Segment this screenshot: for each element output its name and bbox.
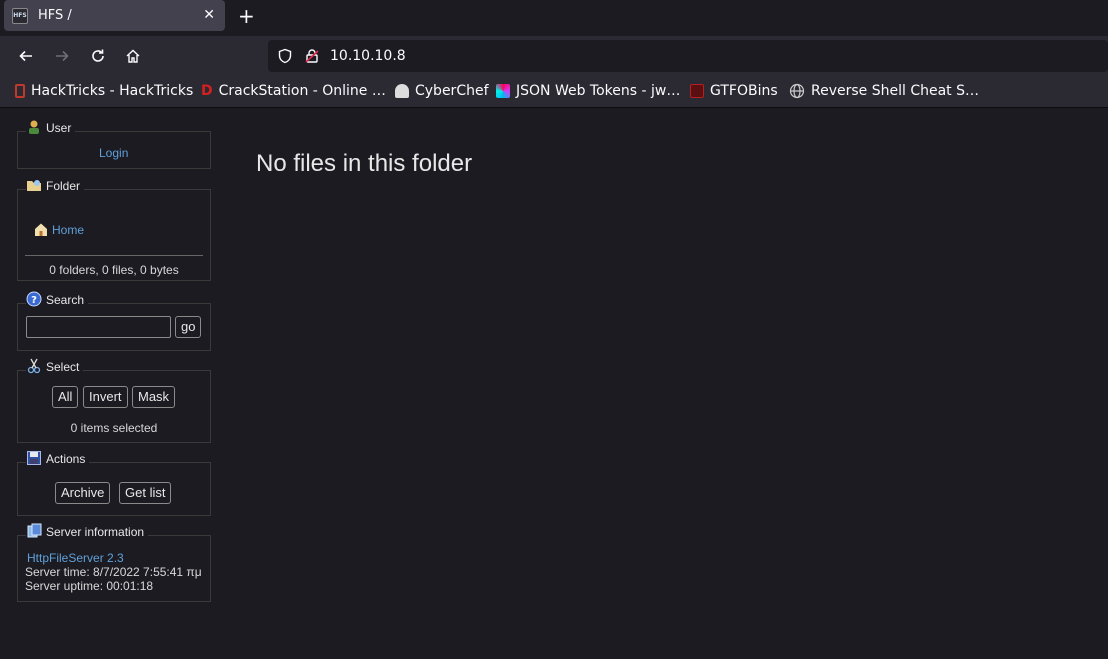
bookmark-label: GTFOBins: [710, 83, 778, 99]
hacktricks-icon: [15, 84, 25, 98]
tab-hfs[interactable]: HFS HFS / ✕: [4, 0, 225, 31]
back-button[interactable]: [14, 44, 38, 68]
bookmark-gtfobins[interactable]: GTFOBins: [690, 83, 778, 99]
scissors-icon: [27, 358, 41, 374]
folder-title: Folder: [46, 179, 81, 193]
insecure-lock-icon[interactable]: [304, 48, 320, 64]
bookmark-label: CyberChef: [415, 83, 489, 99]
select-title: Select: [46, 360, 80, 374]
bookmarks-bar: HackTricks - HackTricks D CrackStation -…: [0, 76, 1108, 108]
folder-legend: Folder: [26, 177, 85, 193]
selection-status: 0 items selected: [70, 421, 158, 435]
shield-icon[interactable]: [277, 48, 293, 64]
search-input[interactable]: [26, 316, 171, 338]
home-link[interactable]: Home: [52, 223, 84, 237]
crackstation-icon: D: [201, 83, 213, 99]
select-all-button[interactable]: All: [52, 386, 79, 408]
folder-icon: [27, 180, 41, 191]
server-uptime: Server uptime: 00:01:18: [25, 579, 154, 593]
new-tab-plus-icon[interactable]: +: [238, 4, 255, 28]
hfs-version-link[interactable]: HttpFileServer 2.3: [27, 551, 124, 565]
arrow-right-icon: [56, 50, 69, 62]
user-title: User: [46, 121, 72, 135]
bookmark-label: CrackStation - Online …: [218, 83, 386, 99]
get-list-button[interactable]: Get list: [119, 482, 172, 504]
bookmark-label: Reverse Shell Cheat S…: [811, 83, 979, 99]
reload-icon: [92, 49, 104, 62]
server-time: Server time: 8/7/2022 7:55:41 πμ: [25, 565, 202, 579]
home-link-row[interactable]: Home: [33, 221, 84, 237]
cyberchef-icon: [395, 84, 409, 98]
svg-text:?: ?: [31, 295, 37, 306]
bookmark-reverse-shell[interactable]: Reverse Shell Cheat S…: [789, 83, 979, 99]
actions-title: Actions: [46, 452, 86, 466]
select-invert-button[interactable]: Invert: [83, 386, 128, 408]
home-icon: [126, 49, 140, 63]
home-button[interactable]: [121, 44, 145, 68]
tab-bar: HFS HFS / ✕ +: [0, 0, 1108, 36]
bookmark-crackstation[interactable]: D CrackStation - Online …: [201, 83, 386, 99]
hfs-favicon-icon: HFS: [12, 7, 28, 24]
page-content: User Login Folder Home 0 folders, 0 file…: [0, 109, 1108, 659]
bookmark-label: JSON Web Tokens - jw…: [516, 83, 681, 99]
select-panel: Select All Invert Mask 0 items selected: [17, 358, 211, 443]
forward-button[interactable]: [50, 44, 74, 68]
gtfobins-icon: [690, 84, 704, 98]
bookmark-label: HackTricks - HackTricks: [31, 83, 194, 99]
search-go-button[interactable]: go: [175, 316, 202, 338]
arrow-left-icon: [19, 50, 32, 62]
user-panel: User Login: [17, 119, 211, 169]
actions-panel: Actions Archive Get list: [17, 450, 211, 516]
home-folder-icon: [35, 223, 47, 236]
close-icon[interactable]: ✕: [203, 7, 215, 23]
tab-title: HFS /: [38, 8, 72, 23]
folder-summary: 0 folders, 0 files, 0 bytes: [49, 263, 179, 277]
bookmark-jwt[interactable]: JSON Web Tokens - jw…: [496, 83, 680, 99]
bookmark-hacktricks[interactable]: HackTricks - HackTricks: [15, 83, 193, 99]
select-mask-button[interactable]: Mask: [132, 386, 176, 408]
user-legend: User: [26, 119, 76, 135]
actions-legend: Actions: [26, 450, 90, 466]
server-info-panel: Server information HttpFileServer 2.3 Se…: [17, 523, 211, 602]
search-panel: ? Search go: [17, 291, 211, 351]
floppy-disk-icon: [27, 451, 41, 465]
server-title: Server information: [46, 525, 145, 539]
url-text[interactable]: 10.10.10.8: [330, 48, 406, 64]
help-question-icon: ?: [26, 291, 42, 307]
search-title: Search: [46, 293, 85, 307]
folder-panel: Folder Home 0 folders, 0 files, 0 bytes: [17, 177, 211, 281]
login-link[interactable]: Login: [99, 146, 128, 160]
search-legend: ? Search: [26, 291, 89, 307]
archive-button[interactable]: Archive: [55, 482, 111, 504]
empty-folder-message: No files in this folder: [256, 150, 473, 177]
server-info-icon: [27, 523, 42, 538]
jwt-icon: [496, 84, 510, 98]
user-icon: [29, 120, 39, 134]
folder-divider: [25, 255, 203, 256]
select-legend: Select: [26, 358, 84, 374]
nav-toolbar: 10.10.10.8: [0, 36, 1108, 76]
url-bar[interactable]: 10.10.10.8: [268, 40, 1108, 72]
server-legend: Server information: [26, 523, 149, 539]
globe-icon: [789, 83, 805, 99]
reload-button[interactable]: [86, 44, 110, 68]
bookmark-cyberchef[interactable]: CyberChef: [395, 83, 489, 99]
